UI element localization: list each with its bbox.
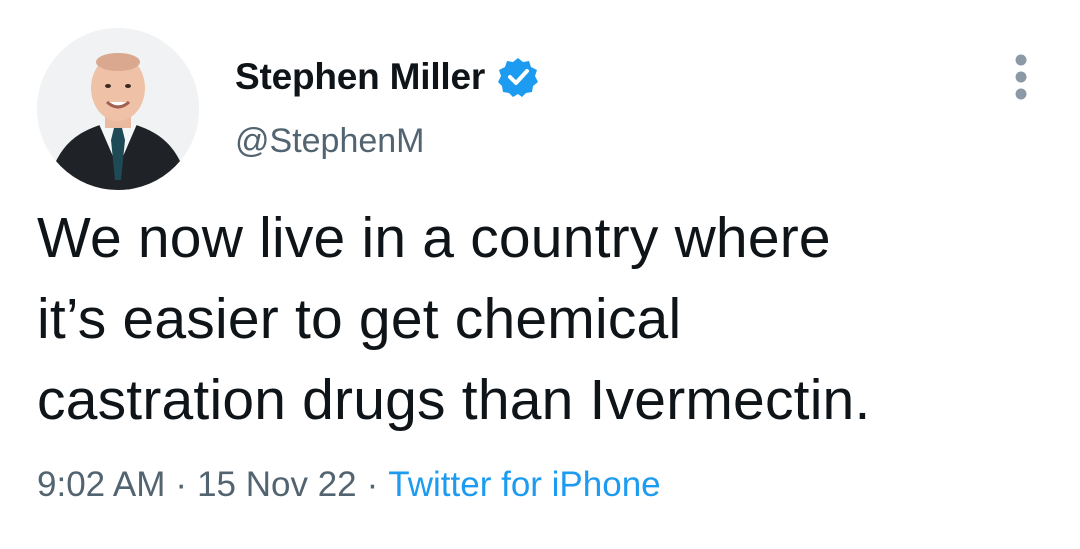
tweet-date[interactable]: 15 Nov 22 <box>197 465 357 504</box>
meta-separator: · <box>175 465 188 504</box>
tweet-text: We now live in a country where it’s easi… <box>37 198 1047 441</box>
tweet-text-line: it’s easier to get chemical <box>37 287 682 351</box>
tweet-time[interactable]: 9:02 AM <box>37 465 165 504</box>
more-vertical-icon[interactable] <box>1004 50 1038 106</box>
verified-badge-icon <box>497 56 539 98</box>
avatar[interactable] <box>37 28 199 190</box>
tweet-text-line: castration drugs than Ivermectin. <box>37 368 871 432</box>
tweet-source-link[interactable]: Twitter for iPhone <box>388 465 660 504</box>
tweet-text-line: We now live in a country where <box>37 206 831 270</box>
avatar-photo <box>37 28 199 190</box>
tweet-card: Stephen Miller @StephenM We now live in … <box>0 0 1080 549</box>
tweet-meta: 9:02 AM · 15 Nov 22 · Twitter for iPhone <box>37 465 661 505</box>
meta-separator: · <box>366 465 379 504</box>
author-handle[interactable]: @StephenM <box>235 122 425 161</box>
display-name[interactable]: Stephen Miller <box>235 56 485 98</box>
author-row: Stephen Miller <box>235 54 539 100</box>
